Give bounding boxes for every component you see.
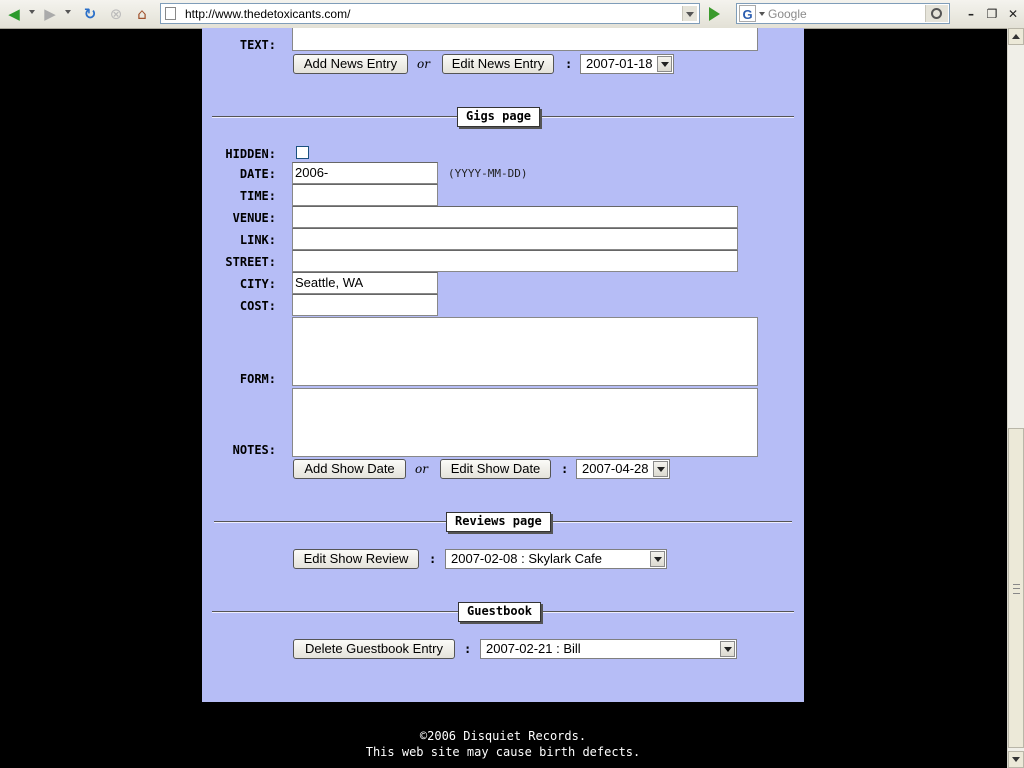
add-show-date-button[interactable]: Add Show Date [293,459,406,479]
restore-icon[interactable]: ❐ [983,5,1001,23]
chevron-down-icon[interactable] [653,461,668,477]
footer: ©2006 Disquiet Records. This web site ma… [202,728,804,760]
notes-label: NOTES: [232,443,276,457]
search-engine-icon[interactable]: G [739,5,756,22]
show-review-selected: 2007-02-08 : Skylark Cafe [451,551,603,566]
link-field[interactable] [292,228,738,250]
street-label: STREET: [225,255,276,269]
minimize-icon[interactable]: – [962,5,980,23]
reload-icon[interactable]: ↻ [80,4,100,24]
gigs-page-heading: Gigs page [457,107,541,127]
show-date-select[interactable]: 2007-04-28 [576,459,670,479]
disclaimer-text: This web site may cause birth defects. [365,745,641,759]
add-news-entry-button[interactable]: Add News Entry [293,54,408,74]
street-field[interactable] [292,250,738,272]
search-input[interactable]: Google [768,7,807,21]
close-icon[interactable]: ✕ [1004,5,1022,23]
city-field[interactable]: Seattle, WA [292,272,438,294]
news-text-field[interactable] [292,28,758,51]
colon-separator: : [561,462,569,476]
colon-separator: : [565,57,573,71]
date-format-hint: (YYYY-MM-DD) [448,167,528,180]
venue-field[interactable] [292,206,738,228]
vertical-scrollbar[interactable] [1007,28,1024,768]
guestbook-entry-select[interactable]: 2007-02-21 : Bill [480,639,737,659]
forward-icon[interactable]: ▶ [40,4,60,24]
page-icon [165,7,176,20]
colon-separator: : [464,642,472,656]
date-label: DATE: [239,167,276,181]
guestbook-heading: Guestbook [458,602,542,622]
news-date-select[interactable]: 2007-01-18 [580,54,674,74]
back-icon[interactable]: ◀ [4,4,24,24]
back-history-dropdown-icon[interactable] [29,10,35,14]
scroll-up-icon[interactable] [1008,28,1024,45]
scrollbar-thumb[interactable] [1008,428,1024,748]
show-date-selected: 2007-04-28 [582,461,649,476]
city-label: CITY: [239,277,276,291]
url-bar[interactable]: http://www.thedetoxicants.com/ [160,3,700,24]
admin-panel: TEXT: Add News Entry or Edit News Entry … [202,28,804,702]
colon-separator: : [429,552,437,566]
show-review-select[interactable]: 2007-02-08 : Skylark Cafe [445,549,667,569]
search-icon[interactable] [925,5,948,22]
url-text[interactable]: http://www.thedetoxicants.com/ [185,7,350,21]
guestbook-entry-selected: 2007-02-21 : Bill [486,641,581,656]
date-field[interactable]: 2006- [292,162,438,184]
or-text: or [417,57,430,71]
copyright-text: ©2006 Disquiet Records. [419,729,587,743]
edit-show-review-button[interactable]: Edit Show Review [293,549,419,569]
cost-field[interactable] [292,294,438,316]
form-label: FORM: [239,372,276,386]
forward-history-dropdown-icon[interactable] [65,10,71,14]
chevron-down-icon[interactable] [650,551,665,567]
go-icon[interactable] [703,4,725,24]
chevron-down-icon[interactable] [657,56,672,72]
home-icon[interactable]: ⌂ [132,4,152,24]
notes-textarea[interactable] [292,388,758,457]
grip-icon [1013,584,1020,594]
hidden-label: HIDDEN: [225,147,276,161]
form-textarea[interactable] [292,317,758,386]
venue-label: VENUE: [232,211,276,225]
stop-icon[interactable]: ⊗ [106,4,126,24]
scroll-down-icon[interactable] [1008,751,1024,768]
browser-toolbar: ◀ ▶ ↻ ⊗ ⌂ http://www.thedetoxicants.com/… [0,0,1024,29]
chevron-down-icon[interactable] [720,641,735,657]
hidden-checkbox[interactable] [296,146,309,159]
edit-show-date-button[interactable]: Edit Show Date [440,459,551,479]
time-field[interactable] [292,184,438,206]
url-history-dropdown-icon[interactable] [682,6,697,21]
delete-guestbook-entry-button[interactable]: Delete Guestbook Entry [293,639,455,659]
search-bar[interactable]: G Google [736,3,950,24]
or-text: or [415,462,428,476]
edit-news-entry-button[interactable]: Edit News Entry [442,54,554,74]
cost-label: COST: [239,299,276,313]
time-label: TIME: [239,189,276,203]
link-label: LINK: [239,233,276,247]
reviews-page-heading: Reviews page [446,512,551,532]
search-engine-dropdown-icon[interactable] [759,12,765,16]
text-label: TEXT: [239,38,276,52]
news-date-selected: 2007-01-18 [586,56,653,71]
